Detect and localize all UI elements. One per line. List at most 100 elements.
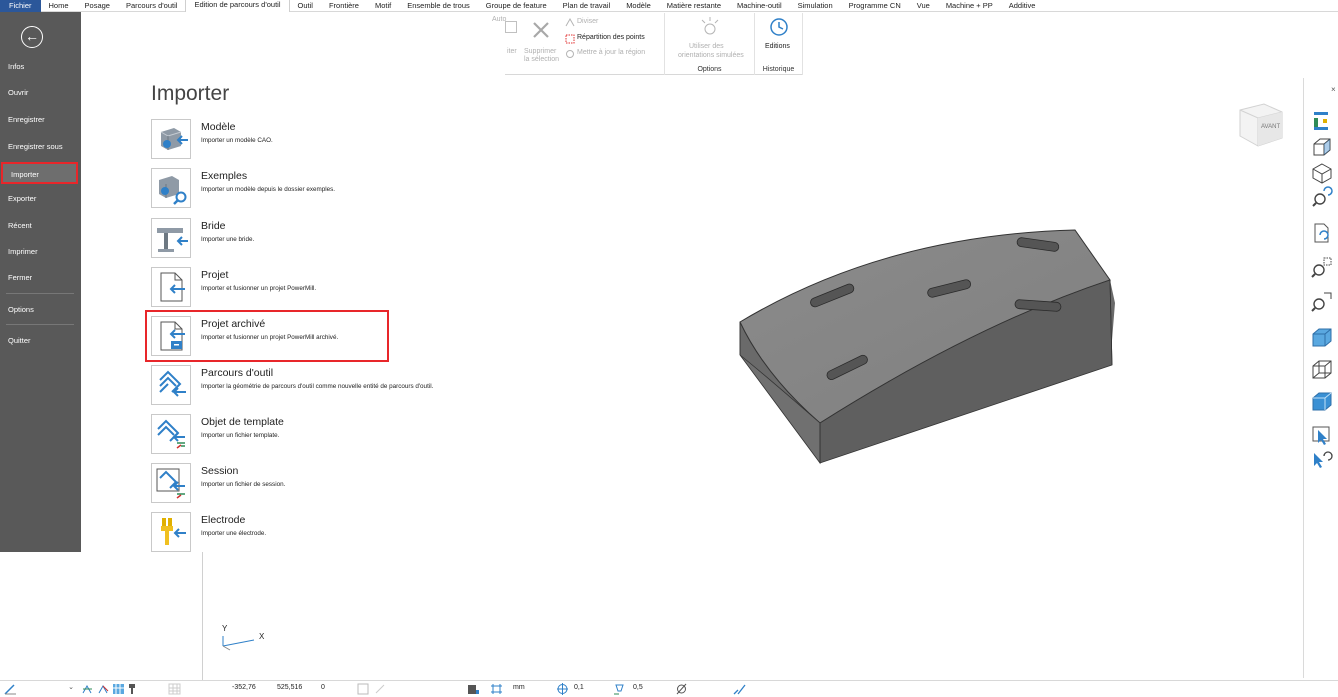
divide-button[interactable]: Diviser (565, 18, 625, 28)
coord-x: -352,76 (232, 684, 256, 691)
point-distribution-icon (565, 34, 575, 44)
nav-infos[interactable]: Infos (0, 56, 81, 78)
ribbon-tab[interactable]: Fichier (0, 0, 41, 12)
close-icon[interactable]: × (1331, 85, 1336, 94)
ribbon-tab[interactable]: Posage (77, 0, 118, 12)
session-icon (151, 463, 191, 503)
ribbon-tab[interactable]: Matière restante (659, 0, 729, 12)
checkmark-icon[interactable] (733, 683, 746, 695)
box-select-icon[interactable] (357, 683, 370, 695)
use-simulated-orientations-button[interactable]: Utiliser des orientations simulées (677, 16, 744, 61)
import-item-desc: Importer une électrode. (201, 530, 267, 537)
ribbon-tab[interactable]: Modèle (618, 0, 659, 12)
nav-options[interactable]: Options (0, 299, 81, 321)
ribbon-tab[interactable]: Additive (1001, 0, 1044, 12)
ribbon-tab[interactable]: Simulation (790, 0, 841, 12)
update-region-button[interactable]: Mettre à jour la région (565, 49, 665, 59)
ribbon-tab[interactable]: Edition de parcours d'outil (185, 0, 290, 12)
view-toolbar: × (1303, 78, 1338, 678)
delete-selection-button[interactable]: Supprimer la sélection (521, 16, 561, 63)
workplane-dropdown[interactable]: ⌄ (22, 683, 77, 695)
divide-label: Diviser (577, 18, 599, 25)
import-model-item[interactable]: Modèle Importer un modèle CAO. (150, 118, 530, 160)
nav-quitter[interactable]: Quitter (0, 330, 81, 352)
ribbon-tab[interactable]: Vue (909, 0, 938, 12)
grid-snap-icon[interactable] (112, 683, 125, 695)
orientation-icon (701, 17, 719, 35)
ribbon-tab[interactable]: Parcours d'outil (118, 0, 185, 12)
iso-view-icon[interactable] (1311, 136, 1333, 158)
undo-select-icon[interactable] (1311, 448, 1333, 470)
axis-y-label: Y (222, 624, 228, 633)
coord-y: 525,516 (277, 684, 303, 691)
import-session-item[interactable]: Session Importer un fichier de session. (150, 462, 530, 504)
import-template-object-item[interactable]: Objet de template Importer un fichier te… (150, 413, 530, 455)
nav-enregistrer[interactable]: Enregistrer (0, 109, 81, 131)
use-orientations-label-1: Utiliser des (689, 43, 724, 50)
import-toolpath-item[interactable]: Parcours d'outil Importer la géométrie d… (150, 364, 530, 406)
history-group-label: Historique (762, 66, 795, 73)
nav-imprimer[interactable]: Imprimer (0, 241, 81, 263)
tolerance-value: 0,1 (574, 684, 584, 691)
nav-recent[interactable]: Récent (0, 215, 81, 237)
offset-value: 0,5 (633, 684, 643, 691)
zoom-box-icon[interactable] (1311, 290, 1333, 312)
units-icon[interactable] (490, 683, 503, 695)
diameter-icon[interactable] (675, 683, 688, 695)
import-project-item[interactable]: Projet Importer et fusionner un projet P… (150, 266, 530, 308)
ribbon-tab[interactable]: Machine-outil (729, 0, 790, 12)
3d-model-viewport[interactable] (735, 225, 1155, 470)
shaded-cube-icon[interactable] (1311, 162, 1333, 184)
tolerance-icon[interactable] (556, 683, 569, 695)
ribbon-tab[interactable]: Plan de travail (555, 0, 619, 12)
import-clamp-item[interactable]: Bride Importer une bride. (150, 217, 530, 259)
axis-tool-icon[interactable] (81, 683, 94, 695)
tool-holder-icon[interactable] (127, 683, 140, 695)
wireframe-view-icon[interactable] (1311, 358, 1333, 380)
import-examples-item[interactable]: Exemples Importer un modèle depuis le do… (150, 167, 530, 209)
ribbon-tab[interactable]: Machine + PP (938, 0, 1001, 12)
ribbon-tab[interactable]: Ensemble de trous (399, 0, 478, 12)
nav-fermer[interactable]: Fermer (0, 267, 81, 289)
axis-tool-2-icon[interactable] (97, 683, 110, 695)
partial-left-label: iter (507, 48, 517, 55)
nav-importer[interactable]: Importer (1, 162, 78, 184)
ribbon-tab[interactable]: Programme CN (841, 0, 909, 12)
fixture-view-icon[interactable] (1311, 110, 1333, 132)
shaded-view-icon[interactable] (1311, 326, 1333, 348)
update-region-label: Mettre à jour la région (577, 49, 646, 56)
nav-ouvrir[interactable]: Ouvrir (0, 82, 81, 104)
ribbon-tab[interactable]: Frontière (321, 0, 367, 12)
back-arrow-button[interactable]: ← (21, 26, 43, 48)
ribbon-tab[interactable]: Groupe de feature (478, 0, 555, 12)
ribbon-tab[interactable]: Outil (290, 0, 321, 12)
block-icon[interactable] (467, 683, 480, 695)
ribbon-tab[interactable]: Motif (367, 0, 399, 12)
stock-offset-icon[interactable] (613, 683, 626, 695)
zoom-fit-icon[interactable] (1311, 256, 1333, 278)
editions-button[interactable]: Editions (759, 16, 799, 54)
import-item-name: Session (201, 465, 239, 477)
select-cursor-icon[interactable] (1311, 424, 1333, 446)
ruler-icon[interactable] (374, 683, 387, 695)
ribbon-panel: Auto iter Supprimer la sélection Diviser… (492, 13, 803, 75)
status-bar: ⌄ -352,76 525,516 0 mm 0,1 0,5 (0, 680, 1338, 697)
import-item-desc: Importer un modèle depuis le dossier exe… (201, 186, 336, 193)
clock-history-icon (770, 18, 788, 36)
divide-icon (565, 18, 575, 27)
view-cube[interactable]: AVANT (1236, 100, 1286, 150)
options-group-label: Options (697, 66, 722, 73)
nav-enregistrer-sous[interactable]: Enregistrer sous (0, 136, 81, 158)
grid-icon[interactable] (168, 683, 181, 695)
zoom-refresh-icon[interactable] (1311, 186, 1333, 208)
point-distribution-button[interactable]: Répartition des points (565, 34, 665, 44)
import-item-name: Modèle (201, 121, 236, 133)
import-archived-project-item[interactable]: Projet archivé Importer et fusionner un … (145, 310, 389, 362)
refresh-page-icon[interactable] (1311, 222, 1333, 244)
draw-line-icon[interactable] (4, 683, 17, 695)
import-item-desc: Importer un fichier de session. (201, 481, 286, 488)
solid-view-icon[interactable] (1311, 390, 1333, 412)
import-electrode-item[interactable]: Electrode Importer une électrode. (150, 511, 530, 553)
nav-exporter[interactable]: Exporter (0, 188, 81, 210)
ribbon-tab[interactable]: Home (41, 0, 77, 12)
